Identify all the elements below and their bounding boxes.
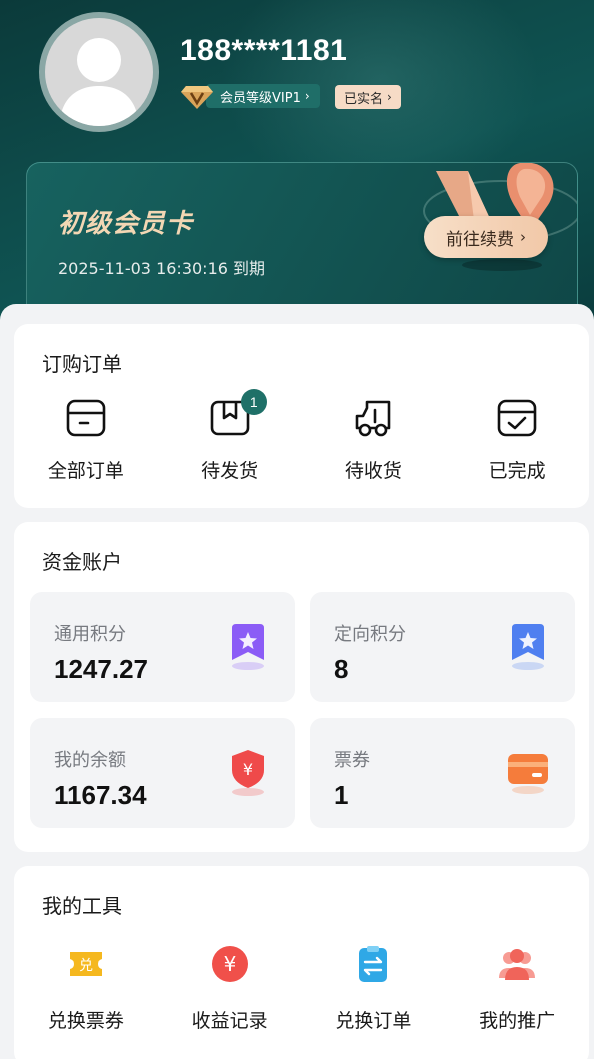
chevron-right-icon: › (520, 228, 526, 246)
order-tab-pending-receipt[interactable]: 待收货 (302, 396, 446, 483)
funds-panel: 资金账户 通用积分 1247.27 定向积分 8 我的余额 1167.34 ¥ … (14, 522, 589, 852)
fund-card-balance[interactable]: 我的余额 1167.34 ¥ (30, 718, 295, 828)
renew-button-label: 前往续费 (446, 229, 514, 250)
bookmark-star-icon (232, 624, 264, 670)
tool-exchange-order[interactable]: 兑换订单 (302, 944, 446, 1033)
tool-my-promotion[interactable]: 我的推广 (445, 944, 589, 1033)
tool-earnings-record[interactable]: ¥ 收益记录 (158, 944, 302, 1033)
vip-diamond-icon (180, 82, 214, 110)
order-tab-label: 已完成 (488, 460, 546, 482)
fund-card-general-points[interactable]: 通用积分 1247.27 (30, 592, 295, 702)
fund-value: 1167.34 (54, 780, 147, 810)
tool-label: 兑换订单 (335, 1010, 412, 1032)
card-icon (508, 754, 548, 794)
tools-title: 我的工具 (42, 894, 122, 918)
order-tab-all[interactable]: 全部订单 (14, 396, 158, 483)
pending-shipment-badge: 1 (240, 389, 267, 415)
fund-card-directed-points[interactable]: 定向积分 8 (310, 592, 575, 702)
renew-button[interactable]: 前往续费 › (424, 216, 548, 258)
bookmark-star-icon (512, 624, 544, 670)
completed-icon (497, 399, 537, 437)
svg-text:¥: ¥ (243, 760, 253, 779)
vip-level-badge[interactable]: 会员等级VIP1 › (180, 82, 320, 110)
pending-receipt-icon (356, 400, 391, 437)
verified-label: 已实名 (344, 91, 384, 107)
vip-level-pill: 会员等级VIP1 › (206, 84, 320, 108)
tool-label: 收益记录 (191, 1010, 268, 1032)
svg-text:¥: ¥ (223, 952, 236, 976)
orders-title: 订购订单 (42, 352, 122, 376)
fund-card-vouchers[interactable]: 票券 1 (310, 718, 575, 828)
exchange-order-icon (359, 946, 388, 982)
order-tab-label: 全部订单 (47, 460, 124, 482)
orders-panel: 订购订单 全部订单 1 待发货 待收货 已完成 (14, 324, 589, 508)
chevron-right-icon: › (304, 89, 310, 103)
fund-label: 定向积分 (334, 624, 406, 645)
vip-level-label: 会员等级VIP1 (220, 90, 301, 106)
chevron-right-icon: › (387, 90, 392, 104)
tool-label: 兑换票券 (47, 1010, 124, 1032)
order-tab-label: 待发货 (201, 460, 259, 482)
yuan-circle-icon: ¥ (211, 946, 248, 982)
fund-value: 1247.27 (54, 654, 148, 684)
avatar[interactable] (39, 12, 159, 132)
fund-label: 通用积分 (54, 624, 126, 645)
order-tab-completed[interactable]: 已完成 (445, 396, 589, 483)
tool-exchange-ticket[interactable]: 兑 兑换票券 (14, 944, 158, 1033)
fund-label: 票券 (334, 750, 370, 771)
funds-title: 资金账户 (42, 550, 122, 574)
user-phone: 188****1181 (180, 34, 348, 67)
tool-label: 我的推广 (479, 1010, 556, 1032)
yuan-shield-icon: ¥ (232, 750, 264, 796)
users-icon (499, 949, 536, 980)
member-card-expiry: 2025-11-03 16:30:16 到期 (58, 259, 266, 278)
fund-value: 8 (334, 654, 349, 684)
order-tab-pending-shipment[interactable]: 1 待发货 (158, 389, 302, 483)
fund-value: 1 (334, 780, 349, 810)
order-tab-label: 待收货 (344, 460, 402, 482)
avatar-placeholder-icon (45, 18, 153, 126)
exchange-ticket-icon: 兑 (69, 952, 102, 976)
content-sheet: 订购订单 全部订单 1 待发货 待收货 已完成 资金账户 通用积分 1247.2… (0, 304, 594, 1059)
all-orders-icon (66, 399, 106, 437)
tools-panel: 我的工具 兑 兑换票券 ¥ 收益记录 兑换订单 我的推广 (14, 866, 589, 1059)
fund-label: 我的余额 (54, 750, 126, 771)
svg-text:兑: 兑 (79, 958, 93, 974)
member-card-title: 初级会员卡 (58, 209, 194, 239)
verified-badge[interactable]: 已实名 › (335, 85, 401, 109)
member-card: 初级会员卡 2025-11-03 16:30:16 到期 前往续费 › (26, 162, 578, 322)
